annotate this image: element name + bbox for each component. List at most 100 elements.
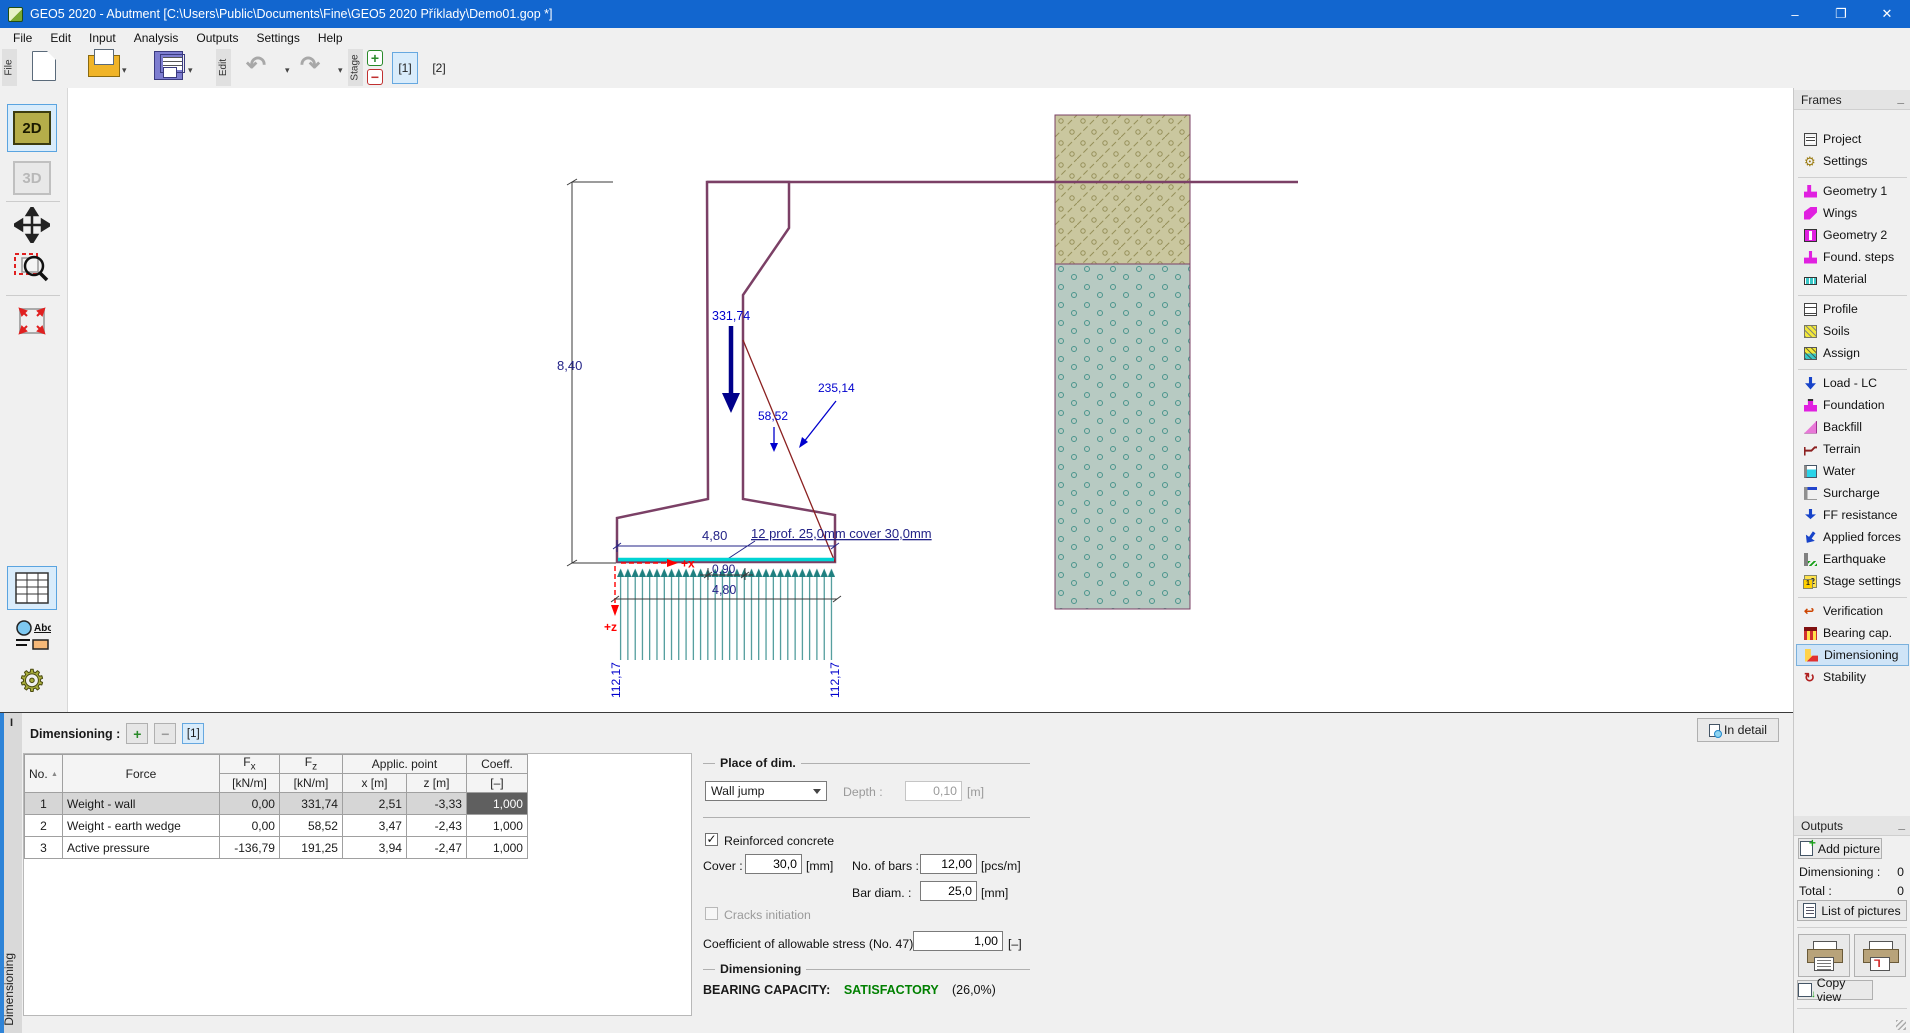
frame-item-profile[interactable]: Profile (1796, 298, 1909, 320)
pan-button[interactable] (7, 205, 57, 245)
menu-analysis[interactable]: Analysis (125, 29, 188, 47)
open-dropdown-arrow[interactable]: ▾ (122, 65, 127, 76)
table-view-button[interactable] (7, 566, 57, 610)
rebar-note-label: 12 prof. 25,0mm cover 30,0mm (751, 526, 932, 541)
frame-item-bearing-cap[interactable]: Bearing cap. (1796, 622, 1909, 644)
zoom-fit-button[interactable] (7, 300, 57, 342)
outputs-minimize-icon[interactable]: _ (1898, 817, 1905, 831)
frame-item-load-lc[interactable]: Load - LC (1796, 372, 1909, 394)
frame-item-stability[interactable]: ↻Stability (1796, 666, 1909, 688)
stage-2-button[interactable]: [2] (426, 52, 452, 84)
frame-item-found-steps[interactable]: Found. steps (1796, 246, 1909, 268)
table-row[interactable]: 2 Weight - earth wedge 0,00 58,52 3,47 -… (25, 815, 528, 837)
title-bar[interactable]: GEO5 2020 - Abutment [C:\Users\Public\Do… (0, 0, 1910, 28)
stage-tab[interactable]: Stage (348, 49, 363, 86)
add-force-button[interactable]: + (126, 723, 148, 744)
form-separator (703, 817, 1030, 818)
save-file-button[interactable] (154, 51, 183, 80)
add-stage-button[interactable]: + (367, 50, 383, 66)
frame-item-foundation[interactable]: Foundation (1796, 394, 1909, 416)
undo-button[interactable]: ↶ (246, 51, 266, 81)
frames-minimize-icon[interactable]: _ (1897, 91, 1904, 105)
menu-input[interactable]: Input (80, 29, 125, 47)
frame-item-backfill[interactable]: Backfill (1796, 416, 1909, 438)
bar-diam-field[interactable] (920, 881, 977, 901)
frames-panel-header: Frames _ (1794, 90, 1910, 110)
forces-table[interactable]: No. ▲ Force Fx Fz Applic. point Coeff. [… (24, 754, 528, 859)
frame-item-geometry1[interactable]: Geometry 1 (1796, 180, 1909, 202)
view-3d-button[interactable]: 3D (7, 156, 57, 200)
undo-dropdown-arrow[interactable]: ▾ (285, 65, 290, 76)
allowable-stress-field[interactable] (913, 931, 1003, 951)
place-of-dim-dropdown[interactable]: Wall jump (705, 781, 827, 801)
frame-item-geometry2[interactable]: Geometry 2 (1796, 224, 1909, 246)
frame-item-assign[interactable]: Assign (1796, 342, 1909, 364)
col-header-coeff[interactable]: Coeff. (466, 755, 527, 774)
remove-stage-button[interactable]: − (367, 69, 383, 85)
depth-field[interactable] (905, 781, 962, 801)
new-file-button[interactable] (32, 51, 56, 81)
maximize-button[interactable]: ❐ (1818, 0, 1864, 28)
menu-outputs[interactable]: Outputs (187, 29, 247, 47)
cracks-initiation-checkbox[interactable] (705, 907, 718, 920)
table-row[interactable]: 1 Weight - wall 0,00 331,74 2,51 -3,33 1… (25, 793, 528, 815)
view-2d-button[interactable]: 2D (7, 104, 57, 152)
reinforced-concrete-checkbox[interactable]: ✓ (705, 833, 718, 846)
col-header-force[interactable]: Force (62, 755, 219, 793)
cover-field[interactable] (745, 854, 802, 874)
frame-item-stage-settings[interactable]: 2Stage settings (1796, 570, 1909, 592)
bars-field[interactable] (920, 854, 977, 874)
table-row[interactable]: 3 Active pressure -136,79 191,25 3,94 -2… (25, 837, 528, 859)
file-tab[interactable]: File (2, 49, 17, 86)
outputs-title: Outputs (1801, 819, 1843, 833)
copy-view-button[interactable]: Copy view (1797, 980, 1873, 1000)
panel-side-strip[interactable]: I Dimensioning (0, 713, 22, 1033)
col-header-no[interactable]: No. ▲ (25, 755, 63, 793)
col-header-z[interactable]: z [m] (406, 774, 466, 793)
zoom-select-button[interactable] (7, 246, 57, 288)
menu-edit[interactable]: Edit (41, 29, 80, 47)
menu-settings[interactable]: Settings (247, 29, 308, 47)
frame-item-water[interactable]: Water (1796, 460, 1909, 482)
menu-help[interactable]: Help (309, 29, 352, 47)
print-preview-button[interactable] (1854, 934, 1906, 977)
col-header-applic-point[interactable]: Applic. point (342, 755, 466, 774)
settings-gear-button[interactable]: ⚙ (7, 660, 57, 702)
stage-1-button[interactable]: [1] (392, 52, 418, 84)
redo-dropdown-arrow[interactable]: ▾ (338, 65, 343, 76)
col-header-fx[interactable]: Fx (219, 755, 279, 774)
resize-grip[interactable] (1896, 1020, 1906, 1030)
frame-item-material[interactable]: Material (1796, 268, 1909, 290)
edit-tab[interactable]: Edit (216, 49, 231, 86)
stability-icon: ↻ (1804, 671, 1817, 684)
frame-item-earthquake[interactable]: Earthquake (1796, 548, 1909, 570)
print-button[interactable] (1798, 934, 1850, 977)
frame-item-applied-forces[interactable]: Applied forces (1796, 526, 1909, 548)
open-file-button[interactable] (88, 51, 118, 77)
frame-item-terrain[interactable]: Terrain (1796, 438, 1909, 460)
selected-coeff-cell[interactable]: 1,000 (466, 793, 527, 815)
drawing-canvas[interactable]: 8,40 331,74 58,52 235,14 4,80 12 prof. 2… (68, 88, 1793, 712)
save-dropdown-arrow[interactable]: ▾ (188, 65, 193, 76)
panel-stage-1-button[interactable]: [1] (182, 723, 204, 744)
drawing-settings-button[interactable]: Abc (7, 615, 57, 657)
frame-item-dimensioning[interactable]: Dimensioning (1796, 644, 1909, 666)
frame-item-wings[interactable]: Wings (1796, 202, 1909, 224)
col-header-fz[interactable]: Fz (279, 755, 342, 774)
remove-force-button[interactable]: − (154, 723, 176, 744)
minimize-button[interactable]: – (1772, 0, 1818, 28)
redo-button[interactable]: ↷ (300, 51, 320, 81)
col-header-x[interactable]: x [m] (342, 774, 406, 793)
panel-grip[interactable]: I (10, 717, 13, 729)
add-picture-button[interactable]: Add picture (1798, 838, 1882, 859)
frame-item-project[interactable]: Project (1796, 128, 1909, 150)
frame-item-verification[interactable]: ↩Verification (1796, 600, 1909, 622)
frame-item-soils[interactable]: Soils (1796, 320, 1909, 342)
frame-item-surcharge[interactable]: Surcharge (1796, 482, 1909, 504)
frame-item-ff-resistance[interactable]: FF resistance (1796, 504, 1909, 526)
menu-file[interactable]: File (4, 29, 41, 47)
in-detail-button[interactable]: In detail (1697, 718, 1779, 742)
frame-item-settings[interactable]: ⚙Settings (1796, 150, 1909, 172)
close-button[interactable]: ✕ (1864, 0, 1910, 28)
list-of-pictures-button[interactable]: List of pictures (1797, 900, 1907, 921)
